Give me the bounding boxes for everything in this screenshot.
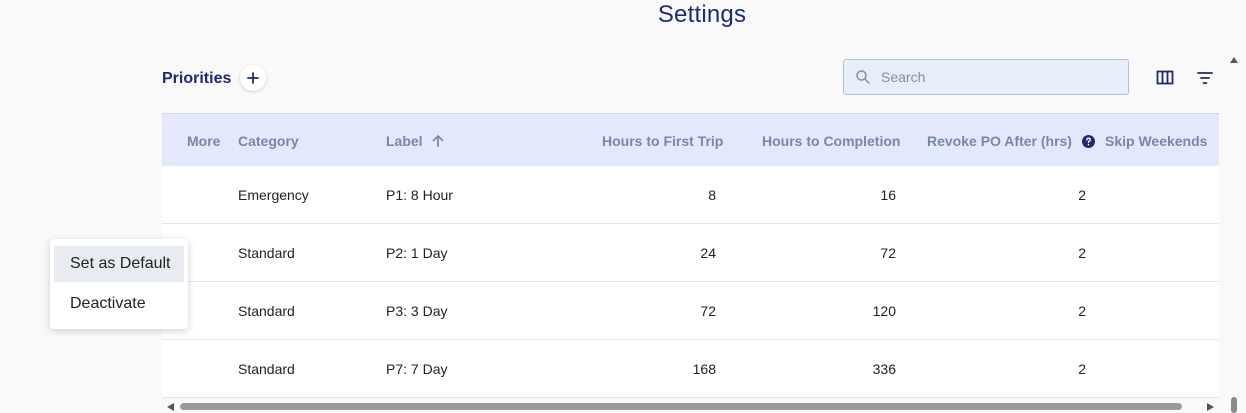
cell-revoke-po: 2 (1078, 303, 1086, 319)
vertical-scroll-thumb (1231, 397, 1237, 413)
table-row[interactable]: Standard P3: 3 Day 72 120 2 (162, 282, 1219, 340)
cell-label: P7: 7 Day (386, 361, 448, 377)
scroll-up-arrow-icon (1230, 57, 1238, 63)
search-input[interactable] (879, 68, 1123, 86)
help-icon[interactable] (1081, 135, 1095, 148)
cell-label: P3: 3 Day (386, 303, 448, 319)
cell-hours-first-trip: 24 (700, 245, 716, 261)
table-row[interactable]: Emergency P1: 8 Hour 8 16 2 (162, 166, 1219, 224)
table-header: More Category Label Hours to First Trip … (162, 113, 1219, 166)
vertical-scrollbar[interactable] (1227, 53, 1241, 413)
filter-icon[interactable] (1195, 68, 1215, 88)
scroll-left-arrow-icon (167, 403, 174, 411)
row-actions-menu: Set as Default Deactivate (50, 239, 188, 329)
add-priority-button[interactable] (240, 65, 266, 91)
cell-revoke-po: 2 (1078, 187, 1086, 203)
cell-category: Emergency (238, 187, 309, 203)
search-field[interactable] (843, 59, 1129, 95)
set-as-default-menu-item[interactable]: Set as Default (54, 246, 184, 282)
cell-hours-first-trip: 72 (700, 303, 716, 319)
cell-revoke-po: 2 (1078, 245, 1086, 261)
column-header-skip-weekends[interactable]: Skip Weekends (1105, 133, 1207, 149)
cell-hours-first-trip: 8 (708, 187, 716, 203)
cell-category: Standard (238, 303, 295, 319)
cell-hours-completion: 120 (872, 303, 896, 319)
cell-hours-completion: 72 (880, 245, 896, 261)
scroll-right-arrow-icon (1207, 403, 1214, 411)
cell-category: Standard (238, 361, 295, 377)
horizontal-scrollbar[interactable] (162, 400, 1219, 413)
search-icon (856, 70, 870, 84)
column-header-label-text: Label (386, 133, 423, 149)
columns-icon[interactable] (1155, 68, 1175, 88)
table-row[interactable]: Standard P7: 7 Day 168 336 2 (162, 340, 1219, 398)
column-header-label[interactable]: Label (386, 133, 445, 149)
horizontal-scroll-thumb (180, 403, 1182, 410)
deactivate-menu-item[interactable]: Deactivate (54, 286, 184, 322)
column-header-revoke-po-text: Revoke PO After (hrs) (927, 133, 1072, 149)
column-header-revoke-po[interactable]: Revoke PO After (hrs) (927, 133, 1095, 149)
page-title: Settings (657, 1, 747, 28)
cell-category: Standard (238, 245, 295, 261)
cell-hours-first-trip: 168 (692, 361, 716, 377)
cell-label: P2: 1 Day (386, 245, 448, 261)
column-header-category[interactable]: Category (238, 133, 299, 149)
plus-icon (247, 72, 259, 84)
section-title: Priorities (162, 70, 232, 87)
cell-hours-completion: 16 (880, 187, 896, 203)
priorities-table: More Category Label Hours to First Trip … (162, 113, 1219, 399)
cell-revoke-po: 2 (1078, 361, 1086, 377)
cell-label: P1: 8 Hour (386, 187, 453, 203)
table-row[interactable]: Standard P2: 1 Day 24 72 2 (162, 224, 1219, 282)
column-header-hours-completion[interactable]: Hours to Completion (762, 133, 900, 149)
arrow-up-icon (433, 135, 444, 147)
column-header-more[interactable]: More (187, 133, 220, 149)
column-header-hours-first-trip[interactable]: Hours to First Trip (602, 133, 723, 149)
cell-hours-completion: 336 (872, 361, 896, 377)
